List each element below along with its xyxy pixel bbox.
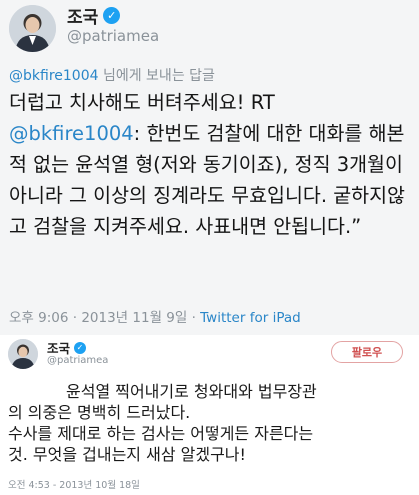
user-handle[interactable]: @patriamea xyxy=(67,27,159,45)
reply-to-handle-link[interactable]: @bkfire1004 xyxy=(9,68,99,84)
tweet-text-part1: 더럽고 치사해도 버텨주세요! RT xyxy=(9,91,275,114)
timestamp[interactable]: 오후 9:06 · 2013년 11월 9일 · xyxy=(9,310,200,326)
display-name[interactable]: 조국 ✓ xyxy=(67,3,121,28)
tweet-card-bottom: 조국 ✓ @patriamea 팔로우 윤석열 찍어내기로 청와대와 법무장관 … xyxy=(0,335,419,495)
verified-badge-icon: ✓ xyxy=(74,341,87,354)
verified-badge-icon: ✓ xyxy=(103,7,121,24)
avatar[interactable] xyxy=(8,339,38,369)
tweet-text: 윤석열 찍어내기로 청와대와 법무장관 의 의중은 명백히 드러났다. 수사를 … xyxy=(8,381,418,465)
tweet-line: 윤석열 찍어내기로 청와대와 법무장관 xyxy=(66,382,317,401)
avatar[interactable] xyxy=(9,5,56,52)
profile-photo-icon xyxy=(9,5,56,52)
tweet-line: 것. 무엇을 겁내는지 새삼 알겠구나! xyxy=(8,445,246,464)
reply-context-text: 님에게 보내는 답글 xyxy=(98,68,215,84)
reply-context: @bkfire1004 님에게 보내는 답글 xyxy=(9,65,215,85)
timestamp[interactable]: 오전 4:53 - 2013년 10월 18일 xyxy=(8,477,140,491)
tweet-card-top: 조국 ✓ @patriamea @bkfire1004 님에게 보내는 답글 더… xyxy=(0,0,419,335)
source-link[interactable]: Twitter for iPad xyxy=(200,310,301,326)
follow-button[interactable]: 팔로우 xyxy=(331,341,403,363)
display-name-text: 조국 xyxy=(67,8,99,28)
tweet-line: 의 의중은 명백히 드러났다. xyxy=(8,403,191,422)
tweet-text: 더럽고 치사해도 버텨주세요! RT @bkfire1004: 한번도 검찰에 … xyxy=(9,87,414,242)
mention-link[interactable]: @bkfire1004 xyxy=(9,122,134,145)
user-handle[interactable]: @patriamea xyxy=(47,355,108,366)
profile-photo-icon xyxy=(8,339,38,369)
tweet-line: 수사를 제대로 하는 검사는 어떻게든 자른다는 xyxy=(8,424,314,443)
tweet-meta: 오후 9:06 · 2013년 11월 9일 · Twitter for iPa… xyxy=(9,306,301,326)
